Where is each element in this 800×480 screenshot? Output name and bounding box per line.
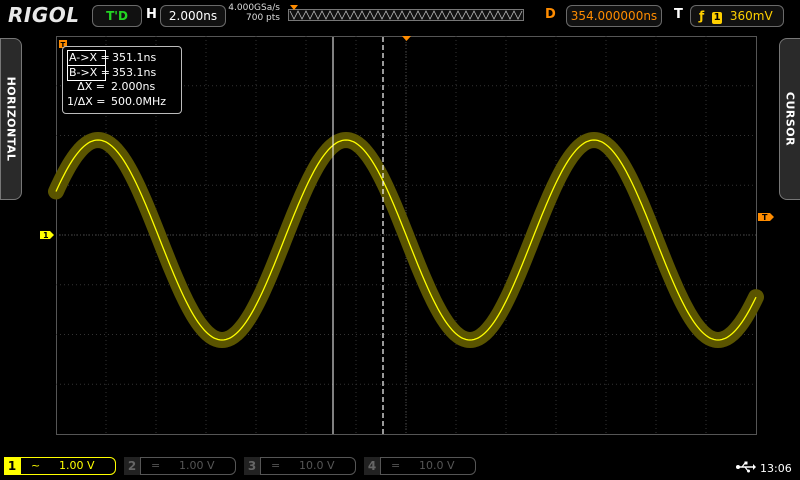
cursor-b-label: B->X = [67, 65, 110, 81]
delta-x-row: ΔX = 2.000ns [67, 80, 155, 94]
cursor-b-row: B->X = 353.1ns [67, 65, 157, 81]
cursor-a-label: A->X = [67, 50, 110, 66]
cursor-tab[interactable]: CURSOR [779, 38, 800, 200]
clock: 13:06 [760, 462, 792, 475]
cursor-b-value: 353.1ns [112, 66, 157, 79]
channel2-scale: 1.00 V [179, 459, 215, 472]
usb-icon [736, 461, 756, 473]
channel2-settings: = 1.00 V [140, 457, 236, 475]
channel2-box[interactable]: 2 = 1.00 V [124, 457, 236, 475]
channel3-coupling: = [271, 459, 281, 472]
horizontal-tab-label: HORIZONTAL [4, 76, 18, 162]
svg-text:T: T [762, 213, 768, 222]
channel1-box[interactable]: 1 ~ 1.00 V [4, 457, 116, 475]
channel1-coupling: ~ [31, 459, 41, 472]
cursor-readout-panel: A->X = 351.1ns B->X = 353.1ns ΔX = 2.000ns … [62, 46, 182, 114]
channel3-number: 3 [244, 457, 260, 475]
channel1-number: 1 [4, 457, 20, 475]
inverse-delta-x-value: 500.0MHz [111, 95, 167, 108]
cursor-a-value: 351.1ns [112, 51, 157, 64]
channel3-box[interactable]: 3 = 10.0 V [244, 457, 356, 475]
channel4-scale: 10.0 V [419, 459, 455, 472]
cursor-tab-label: CURSOR [783, 91, 797, 147]
svg-text:1: 1 [43, 231, 49, 240]
channel1-offset-marker[interactable]: 1 [40, 231, 54, 240]
cursor-a-row: A->X = 351.1ns [67, 50, 157, 66]
trigger-right-marker[interactable]: T [758, 213, 774, 222]
delta-x-value: 2.000ns [111, 80, 156, 93]
inverse-delta-x-label: 1/ΔX = [67, 95, 106, 108]
channel1-settings: ~ 1.00 V [20, 457, 116, 475]
horizontal-tab[interactable]: HORIZONTAL [0, 38, 22, 200]
channel3-scale: 10.0 V [299, 459, 335, 472]
channel4-coupling: = [391, 459, 401, 472]
channel-bar: 1 ~ 1.00 V 2 = 1.00 V 3 = 10.0 V 4 = 10.… [0, 452, 800, 480]
channel3-settings: = 10.0 V [260, 457, 356, 475]
channel1-scale: 1.00 V [59, 459, 95, 472]
channel4-number: 4 [364, 457, 380, 475]
channel2-coupling: = [151, 459, 161, 472]
inverse-delta-x-row: 1/ΔX = 500.0MHz [67, 95, 166, 109]
trigger-top-marker [402, 36, 411, 41]
delta-x-label: ΔX = [77, 80, 105, 93]
channel4-box[interactable]: 4 = 10.0 V [364, 457, 476, 475]
channel2-number: 2 [124, 457, 140, 475]
channel4-settings: = 10.0 V [380, 457, 476, 475]
